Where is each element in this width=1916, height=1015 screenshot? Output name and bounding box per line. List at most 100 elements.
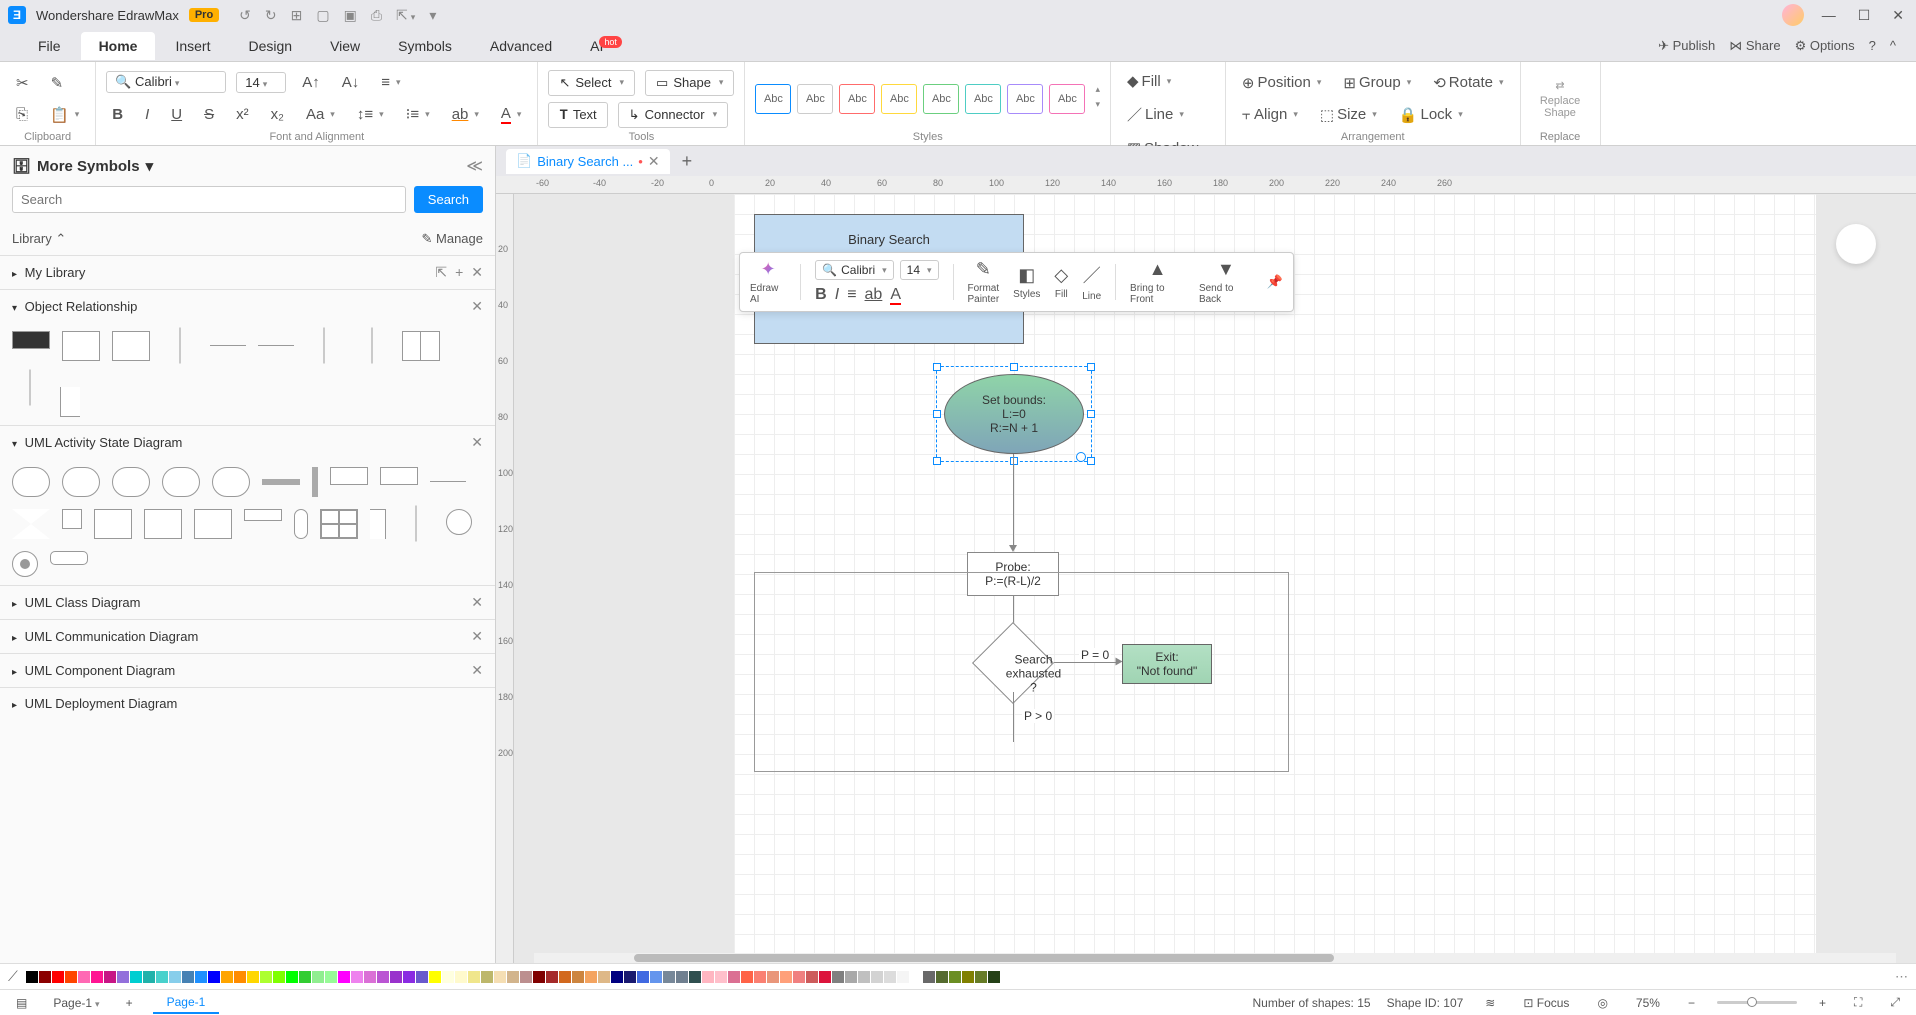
style-preset-4[interactable]: Abc [881,84,917,114]
shape-rect[interactable] [62,331,100,361]
select-tool[interactable]: ↖ Select [548,70,635,96]
style-preset-6[interactable]: Abc [965,84,1001,114]
tab-ai[interactable]: AIhot [572,32,644,60]
ft-color-icon[interactable]: A [890,286,901,304]
ft-bold-icon[interactable]: B [815,286,827,304]
color-swatch[interactable] [221,971,233,983]
color-swatch[interactable] [52,971,64,983]
ft-line[interactable]: ／Line [1082,262,1101,302]
color-swatch[interactable] [442,971,454,983]
shape-arrow-down[interactable] [416,506,417,542]
shape-dark-rect[interactable] [12,331,50,349]
shape-note[interactable] [330,467,368,485]
ft-highlight-icon[interactable]: ab [865,286,883,304]
color-swatch[interactable] [910,971,922,983]
fit-page-icon[interactable]: ⛶ [1848,993,1868,1012]
color-swatch[interactable] [299,971,311,983]
color-swatch[interactable] [663,971,675,983]
section-uml-comm[interactable]: ▸ UML Communication Diagram [12,629,198,644]
ft-styles[interactable]: ◧Styles [1013,265,1040,300]
ft-align-icon[interactable]: ≡ [847,286,856,304]
color-swatch[interactable] [767,971,779,983]
color-swatch[interactable] [546,971,558,983]
print-icon[interactable]: ⎙ [371,7,382,24]
color-swatch[interactable] [143,971,155,983]
color-swatch[interactable] [247,971,259,983]
maximize-icon[interactable]: ☐ [1854,7,1875,24]
shape-activity[interactable] [12,467,50,497]
style-preset-8[interactable]: Abc [1049,84,1085,114]
color-swatch[interactable] [793,971,805,983]
color-swatch[interactable] [468,971,480,983]
shape-circle[interactable] [446,509,472,535]
shape-zigzag[interactable] [430,481,466,482]
font-size-select[interactable]: 14 [236,72,286,93]
rotate-button[interactable]: ⟲ Rotate [1427,70,1509,96]
shape-tag[interactable] [244,509,282,521]
ft-italic-icon[interactable]: I [835,286,839,304]
connector-tool[interactable]: ↳ Connector [618,102,728,128]
ft-format-painter[interactable]: ✎Format Painter [967,259,999,305]
shape-folder[interactable] [144,509,182,539]
color-swatch[interactable] [338,971,350,983]
italic-icon[interactable]: I [139,102,155,127]
tab-advanced[interactable]: Advanced [472,32,570,60]
color-swatch[interactable] [598,971,610,983]
font-color-icon[interactable]: A [495,101,528,128]
symbols-search-input[interactable] [12,186,406,213]
document-tab[interactable]: 📄 Binary Search ... • ✕ [506,149,670,174]
color-swatch[interactable] [234,971,246,983]
shape-circle-dot[interactable] [12,551,38,577]
shape-state3[interactable] [162,467,200,497]
font-family-select[interactable]: 🔍 Calibri [106,71,226,93]
zoom-label[interactable]: 75% [1630,994,1666,1012]
color-swatch[interactable] [403,971,415,983]
color-swatch[interactable] [689,971,701,983]
color-swatch[interactable] [676,971,688,983]
color-swatch[interactable] [585,971,597,983]
import-icon[interactable]: ⇱ [435,264,447,281]
color-swatch[interactable] [936,971,948,983]
replace-shape-button[interactable]: ⇄Replace Shape [1534,75,1586,123]
layout-view-icon[interactable]: ▤ [10,994,33,1012]
horizontal-scrollbar[interactable] [534,953,1896,963]
shape-vline[interactable] [180,328,181,364]
ft-edraw-ai[interactable]: ✦Edraw AI [750,259,786,305]
color-swatch[interactable] [286,971,298,983]
color-swatch[interactable] [117,971,129,983]
color-swatch[interactable] [260,971,272,983]
ft-bring-front[interactable]: ▲Bring to Front [1130,259,1185,305]
color-swatch[interactable] [312,971,324,983]
collapse-sidebar-icon[interactable]: ≪ [466,156,483,176]
case-icon[interactable]: Aa [300,102,341,127]
zoom-in-icon[interactable]: + [1813,994,1832,1012]
tab-view[interactable]: View [312,32,378,60]
color-swatch[interactable] [169,971,181,983]
color-swatch[interactable] [949,971,961,983]
new-tab-icon[interactable]: + [682,151,693,172]
shape-hline[interactable] [258,345,294,346]
close-section-icon[interactable]: ✕ [471,662,483,679]
cut-icon[interactable]: ✂ [10,70,35,96]
color-swatch[interactable] [845,971,857,983]
bullets-icon[interactable]: ⁝≡ [400,101,436,127]
add-page-icon[interactable]: + [120,994,139,1012]
color-swatch[interactable] [104,971,116,983]
color-swatch[interactable] [377,971,389,983]
color-swatch[interactable] [195,971,207,983]
color-swatch[interactable] [728,971,740,983]
shape-vbar[interactable] [312,467,318,497]
color-swatch[interactable] [897,971,909,983]
shape-tool[interactable]: ▭ Shape [645,70,734,96]
color-swatch[interactable] [494,971,506,983]
color-swatch[interactable] [156,971,168,983]
diagram-ellipse-set-bounds[interactable]: Set bounds: L:=0 R:=N + 1 [944,374,1084,454]
strike-icon[interactable]: S [198,102,220,127]
color-swatch[interactable] [65,971,77,983]
color-swatch[interactable] [572,971,584,983]
tab-file[interactable]: File [20,32,79,60]
help-icon[interactable]: ? [1869,38,1876,53]
shape-lollipop[interactable] [210,345,246,346]
close-section-icon[interactable]: ✕ [471,594,483,611]
position-button[interactable]: ⊕ Position [1236,70,1327,96]
